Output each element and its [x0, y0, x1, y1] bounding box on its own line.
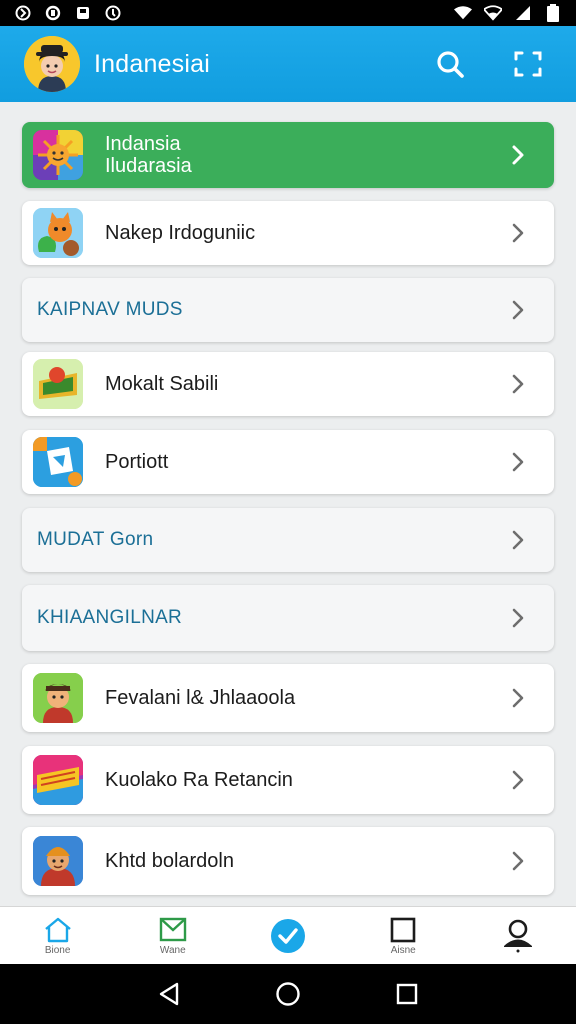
puzzle-icon: [33, 437, 83, 487]
cell-signal-icon: [514, 4, 532, 22]
status-left: [14, 4, 122, 22]
search-icon: [437, 51, 464, 78]
recents-square-icon: [396, 983, 417, 1005]
nav-home-label: Bione: [44, 944, 71, 956]
badge-icon: [33, 359, 83, 409]
warrior-icon: [33, 836, 83, 886]
home-circle-icon: [276, 982, 300, 1006]
list-item-label: Fevalani l& Jhlaaoola: [105, 686, 296, 709]
list-item-label: Mokalt Sabili: [105, 372, 219, 395]
status-right: [454, 4, 562, 22]
featured-title: Indansia: [105, 133, 181, 155]
chevron-right-icon: [504, 219, 532, 247]
list-item[interactable]: Mokalt Sabili: [22, 352, 554, 416]
chevron-right-icon: [504, 847, 532, 875]
nav-check[interactable]: [230, 907, 345, 964]
bottom-nav: Bione Wane Aisne: [0, 906, 576, 964]
nav-profile[interactable]: [461, 907, 576, 964]
list-item-label: Khtd bolardoln: [105, 849, 234, 872]
list-item[interactable]: Kuolako Ra Retancin: [22, 746, 554, 814]
section-header[interactable]: KAIPNAV MUDS: [22, 278, 554, 342]
overflow-menu-button[interactable]: [512, 48, 544, 80]
list-item[interactable]: Khtd bolardoln: [22, 827, 554, 895]
app-title: Indanesiai: [94, 49, 210, 78]
nav-square[interactable]: Aisne: [346, 907, 461, 964]
sd-card-icon: [74, 4, 92, 22]
list-item-label: Kuolako Ra Retancin: [105, 768, 293, 791]
chevron-right-icon: [504, 141, 532, 169]
chevron-right-icon: [504, 684, 532, 712]
nav-mail[interactable]: Wane: [115, 907, 230, 964]
section-header[interactable]: MUDAT Gorn: [22, 508, 554, 572]
section-header-label: KAIPNAV MUDS: [37, 299, 183, 320]
circle-icon: [44, 4, 62, 22]
search-button[interactable]: [434, 48, 466, 80]
chevron-right-icon: [504, 766, 532, 794]
section-header-label: MUDAT Gorn: [37, 529, 154, 550]
section-header-label: KHIAANGILNAR: [37, 607, 183, 628]
check-circle-icon: [271, 918, 305, 953]
home-nav-button[interactable]: [268, 974, 308, 1014]
logo-game-icon: [33, 755, 83, 805]
status-bar: [0, 0, 576, 26]
list-item-label: Nakep Irdoguniic: [105, 221, 256, 244]
square-icon: [390, 917, 416, 942]
section-header[interactable]: KHIAANGILNAR: [22, 585, 554, 651]
chevron-right-icon: [504, 296, 532, 324]
character-icon: [33, 673, 83, 723]
app-bar: Indanesiai: [0, 26, 576, 102]
list-item-label: Portiott: [105, 450, 169, 473]
fox-icon: [33, 208, 83, 258]
sync-icon: [104, 4, 122, 22]
chevron-right-icon: [504, 526, 532, 554]
system-nav-bar: [0, 964, 576, 1024]
sun-face-icon: [33, 130, 83, 180]
expand-icon: [514, 51, 542, 77]
signal-icon: [484, 4, 502, 22]
nav-mail-label: Wane: [159, 944, 186, 956]
mail-icon: [159, 917, 186, 941]
back-button[interactable]: [149, 974, 189, 1014]
featured-label: Indansia Iludarasia: [105, 133, 504, 177]
person-icon: [504, 919, 533, 952]
list-item[interactable]: Fevalani l& Jhlaaoola: [22, 664, 554, 732]
featured-subtitle: Iludarasia: [105, 155, 192, 177]
home-icon: [44, 917, 71, 942]
battery-icon: [544, 4, 562, 22]
avatar-icon: [24, 36, 80, 92]
nav-square-label: Aisne: [390, 944, 416, 956]
wifi-icon: [454, 4, 472, 22]
nav-home[interactable]: Bione: [0, 907, 115, 964]
list-item-featured[interactable]: Indansia Iludarasia: [22, 122, 554, 188]
chevron-right-icon: [504, 370, 532, 398]
back-triangle-icon: [160, 982, 179, 1006]
list-item[interactable]: Portiott: [22, 430, 554, 494]
chevron-right-icon: [504, 448, 532, 476]
recents-button[interactable]: [387, 974, 427, 1014]
app-actions: [434, 48, 544, 80]
chevron-right-icon: [504, 604, 532, 632]
notification-icon: [14, 4, 32, 22]
list-item[interactable]: Nakep Irdoguniic: [22, 201, 554, 265]
avatar[interactable]: [24, 36, 80, 92]
